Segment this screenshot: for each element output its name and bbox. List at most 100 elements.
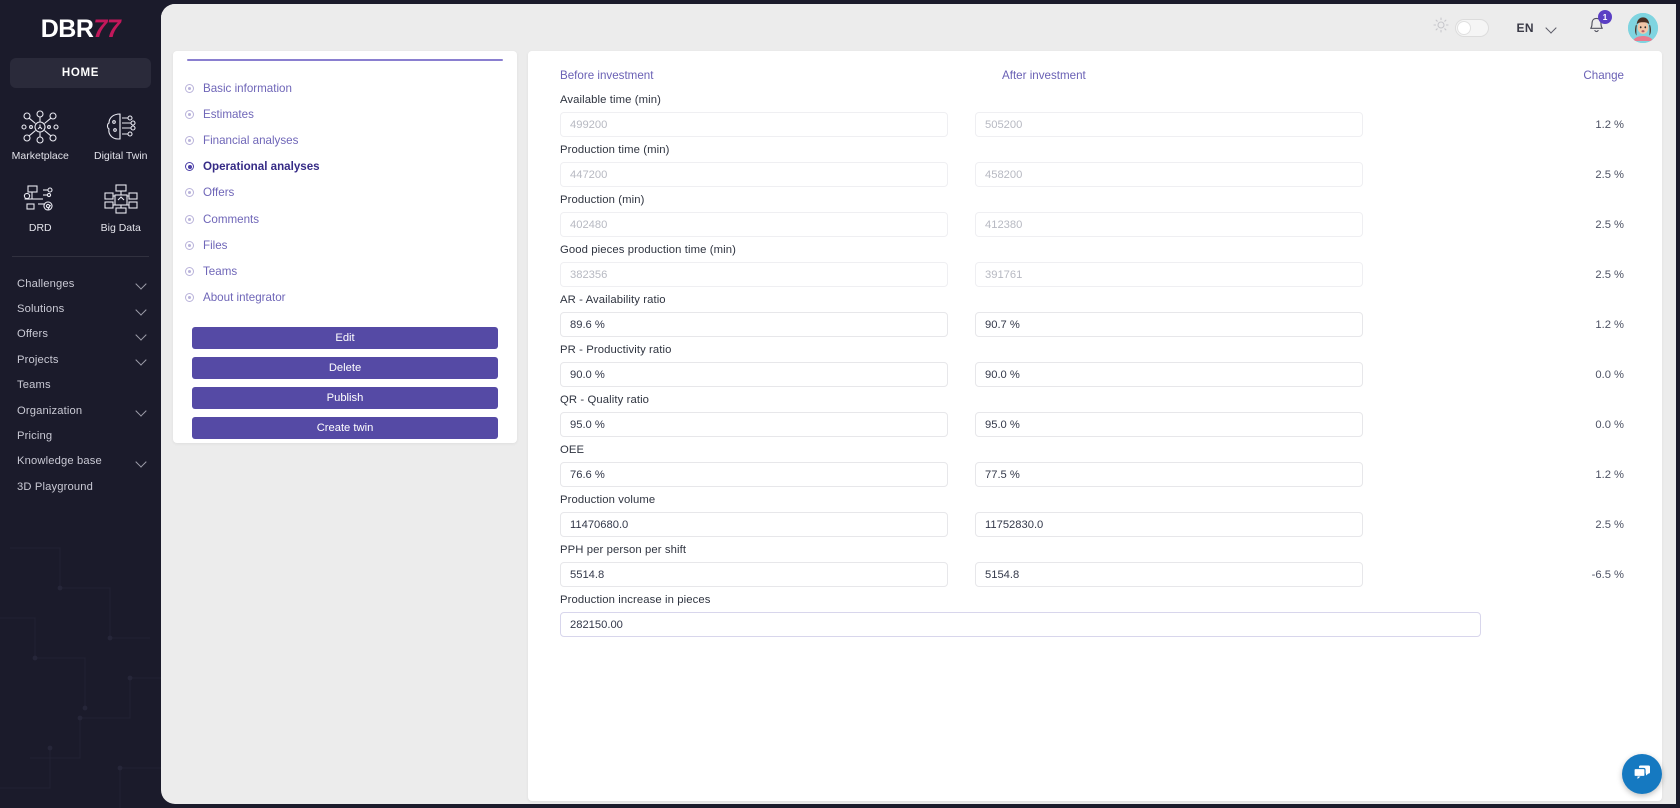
section-item-about-integrator[interactable]: About integrator (173, 285, 517, 311)
sidebar-item-challenges[interactable]: Challenges (0, 271, 161, 296)
section-item-operational-analyses[interactable]: Operational analyses (173, 154, 517, 180)
after-input-availability-ratio[interactable] (975, 312, 1363, 337)
chevron-down-icon (136, 306, 147, 313)
after-input-production-volume[interactable] (975, 512, 1363, 537)
quick-link-label: DRD (28, 222, 52, 234)
top-bar: EN 1 (161, 4, 1676, 51)
app-logo[interactable]: DBR77 (0, 0, 161, 52)
sidebar-item-pricing[interactable]: Pricing (0, 423, 161, 448)
language-label: EN (1516, 20, 1534, 35)
home-button[interactable]: HOME (10, 58, 151, 88)
chat-widget-button[interactable] (1622, 754, 1662, 794)
sun-icon (1432, 17, 1449, 38)
production-increase-input[interactable] (560, 612, 1481, 637)
main-sidebar: DBR77 HOME Marketplace Digital Twin DRD … (0, 0, 161, 808)
after-input-production-time[interactable] (975, 162, 1363, 187)
quick-link-label: Big Data (100, 222, 141, 234)
after-input-available-time[interactable] (975, 112, 1363, 137)
chevron-down-icon (136, 458, 147, 465)
change-value: -6.5 % (1591, 568, 1624, 581)
after-input-pph-per-person-per-shift[interactable] (975, 562, 1363, 587)
action-button-stack: Edit Delete Publish Create twin (192, 326, 498, 440)
before-input-productivity-ratio[interactable] (560, 362, 948, 387)
drd-icon (21, 182, 59, 216)
delete-button[interactable]: Delete (192, 356, 498, 380)
field-row-quality-ratio: QR - Quality ratio 0.0 % (560, 394, 1630, 437)
radio-dot-icon (185, 188, 194, 198)
field-row-availability-ratio: AR - Availability ratio 1.2 % (560, 294, 1630, 337)
column-headers: Before investment After investment Chang… (560, 63, 1630, 87)
section-item-label: Basic information (203, 81, 292, 95)
sidebar-item-label: Projects (17, 353, 59, 366)
sidebar-item-projects[interactable]: Projects (0, 347, 161, 372)
language-selector[interactable]: EN (1517, 21, 1557, 35)
sidebar-item-offers[interactable]: Offers (0, 322, 161, 347)
theme-switcher[interactable] (1432, 17, 1489, 38)
change-value: 1.2 % (1595, 468, 1624, 481)
publish-button[interactable]: Publish (192, 386, 498, 410)
before-input-production[interactable] (560, 212, 948, 237)
radio-dot-icon (185, 240, 194, 250)
change-value: 1.2 % (1595, 318, 1624, 331)
before-input-availability-ratio[interactable] (560, 312, 948, 337)
section-item-basic-information[interactable]: Basic information (173, 75, 517, 101)
after-input-quality-ratio[interactable] (975, 412, 1363, 437)
chevron-down-icon (136, 356, 147, 363)
section-item-financial-analyses[interactable]: Financial analyses (173, 127, 517, 153)
sidebar-item-organization[interactable]: Organization (0, 398, 161, 423)
after-input-production[interactable] (975, 212, 1363, 237)
before-input-quality-ratio[interactable] (560, 412, 948, 437)
notifications-button[interactable]: 1 (1587, 9, 1612, 40)
field-label: QR - Quality ratio (560, 394, 650, 406)
section-item-comments[interactable]: Comments (173, 206, 517, 232)
section-item-label: Files (203, 238, 228, 252)
before-input-production-volume[interactable] (560, 512, 948, 537)
quick-link-big-data[interactable]: Big Data (81, 182, 162, 234)
quick-link-digital-twin[interactable]: Digital Twin (81, 110, 162, 162)
before-input-pph-per-person-per-shift[interactable] (560, 562, 948, 587)
section-item-offers[interactable]: Offers (173, 180, 517, 206)
sidebar-item-label: Solutions (17, 303, 65, 316)
quick-link-drd[interactable]: DRD (0, 182, 81, 234)
field-label: PPH per person per shift (560, 544, 687, 556)
section-item-teams[interactable]: Teams (173, 258, 517, 284)
section-item-label: Comments (203, 212, 260, 226)
chat-bubbles-icon (1632, 762, 1652, 787)
before-input-good-pieces-production-time[interactable] (560, 262, 948, 287)
section-item-label: Financial analyses (203, 133, 299, 147)
after-input-good-pieces-production-time[interactable] (975, 262, 1363, 287)
sidebar-item-knowledge-base[interactable]: Knowledge base (0, 449, 161, 474)
logo-primary-text: DBR (40, 14, 94, 43)
logo-accent-text: 77 (93, 14, 121, 43)
theme-toggle[interactable] (1454, 18, 1489, 37)
section-item-estimates[interactable]: Estimates (173, 101, 517, 127)
change-value: 2.5 % (1595, 168, 1624, 181)
field-row-production-time: Production time (min) 2.5 % (560, 144, 1630, 187)
sidebar-item-teams[interactable]: Teams (0, 373, 161, 398)
before-input-production-time[interactable] (560, 162, 948, 187)
sidebar-item-label: Knowledge base (17, 455, 102, 468)
field-label: Production time (min) (560, 144, 670, 156)
user-avatar[interactable] (1628, 12, 1658, 43)
before-input-oee[interactable] (560, 462, 948, 487)
quick-link-marketplace[interactable]: Marketplace (0, 110, 81, 162)
field-label: Available time (min) (560, 94, 661, 106)
sidebar-item-solutions[interactable]: Solutions (0, 296, 161, 321)
after-input-oee[interactable] (975, 462, 1363, 487)
field-label: Good pieces production time (min) (560, 244, 736, 256)
create-twin-button[interactable]: Create twin (192, 416, 498, 440)
field-row-pph-per-person-per-shift: PPH per person per shift -6.5 % (560, 544, 1630, 587)
theme-toggle-knob (1456, 20, 1471, 35)
quick-link-label: Digital Twin (94, 150, 148, 162)
quick-link-label: Marketplace (11, 150, 69, 162)
section-item-files[interactable]: Files (173, 232, 517, 258)
sidebar-item-3d-playground[interactable]: 3D Playground (0, 474, 161, 499)
field-row-production-volume: Production volume 2.5 % (560, 494, 1630, 537)
before-input-available-time[interactable] (560, 112, 948, 137)
change-value: 1.2 % (1595, 118, 1624, 131)
field-label: OEE (560, 444, 585, 456)
after-input-productivity-ratio[interactable] (975, 362, 1363, 387)
section-item-label: Operational analyses (203, 160, 320, 174)
column-header-before: Before investment (560, 68, 654, 82)
edit-button[interactable]: Edit (192, 326, 498, 350)
